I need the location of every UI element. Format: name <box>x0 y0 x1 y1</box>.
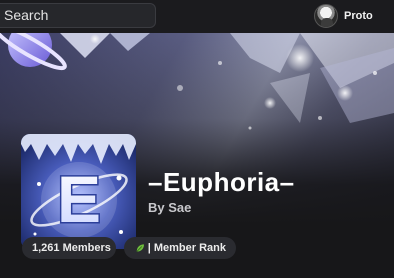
member-rank-label: | Member Rank <box>147 242 226 254</box>
leaf-icon <box>136 244 144 252</box>
user-profile[interactable]: Proto <box>314 3 373 29</box>
user-name[interactable]: Proto <box>344 10 373 22</box>
server-owner[interactable]: By Sae <box>148 200 191 215</box>
server-icon-art: E <box>21 134 136 249</box>
search-box[interactable] <box>0 3 156 28</box>
member-count-badge: 1,261 Members <box>22 237 116 259</box>
search-input[interactable] <box>4 4 152 27</box>
server-name: –Euphoria– <box>148 167 295 197</box>
member-count-label: 1,261 Members <box>32 242 111 254</box>
top-bar: Proto <box>0 0 394 33</box>
server-icon[interactable]: E <box>21 134 136 249</box>
member-rank-badge[interactable]: | Member Rank <box>124 237 236 259</box>
server-icon-letter: E <box>57 162 101 236</box>
user-avatar-icon[interactable] <box>314 4 338 28</box>
